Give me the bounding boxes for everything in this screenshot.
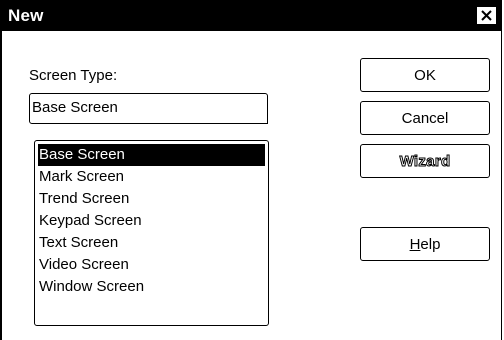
list-item[interactable]: Video Screen <box>38 254 265 276</box>
list-item[interactable]: Mark Screen <box>38 166 265 188</box>
screen-type-field[interactable]: Base Screen <box>29 93 268 124</box>
new-dialog: New Screen Type: Base Screen Base Screen… <box>0 0 502 340</box>
list-item[interactable]: Keypad Screen <box>38 210 265 232</box>
screen-type-value: Base Screen <box>32 99 118 116</box>
help-hotkey: H <box>409 235 421 253</box>
close-button[interactable] <box>476 6 497 25</box>
wizard-button-label: Wizard <box>399 152 451 170</box>
help-button-label: Help <box>410 236 441 253</box>
close-icon <box>481 10 492 21</box>
list-item[interactable]: Trend Screen <box>38 188 265 210</box>
dialog-title: New <box>8 6 44 25</box>
cancel-button-label: Cancel <box>401 109 449 127</box>
screen-type-list: Base Screen Mark Screen Trend Screen Keypad… <box>38 144 265 298</box>
help-button[interactable]: Help <box>360 227 490 261</box>
wizard-button[interactable]: Wizard <box>360 144 490 178</box>
ok-button-label: OK <box>414 66 436 84</box>
list-item[interactable]: Base Screen <box>38 144 265 166</box>
screen-type-listbox[interactable]: Base Screen Mark Screen Trend Screen Keypad… <box>34 140 269 326</box>
list-item[interactable]: Window Screen <box>38 276 265 298</box>
help-label-rest: elp <box>420 235 441 253</box>
ok-button[interactable]: OK <box>360 58 490 92</box>
title-bar: New <box>2 1 501 31</box>
list-item[interactable]: Text Screen <box>38 232 265 254</box>
cancel-button[interactable]: Cancel <box>360 101 490 135</box>
screen-type-label: Screen Type: <box>29 67 118 84</box>
